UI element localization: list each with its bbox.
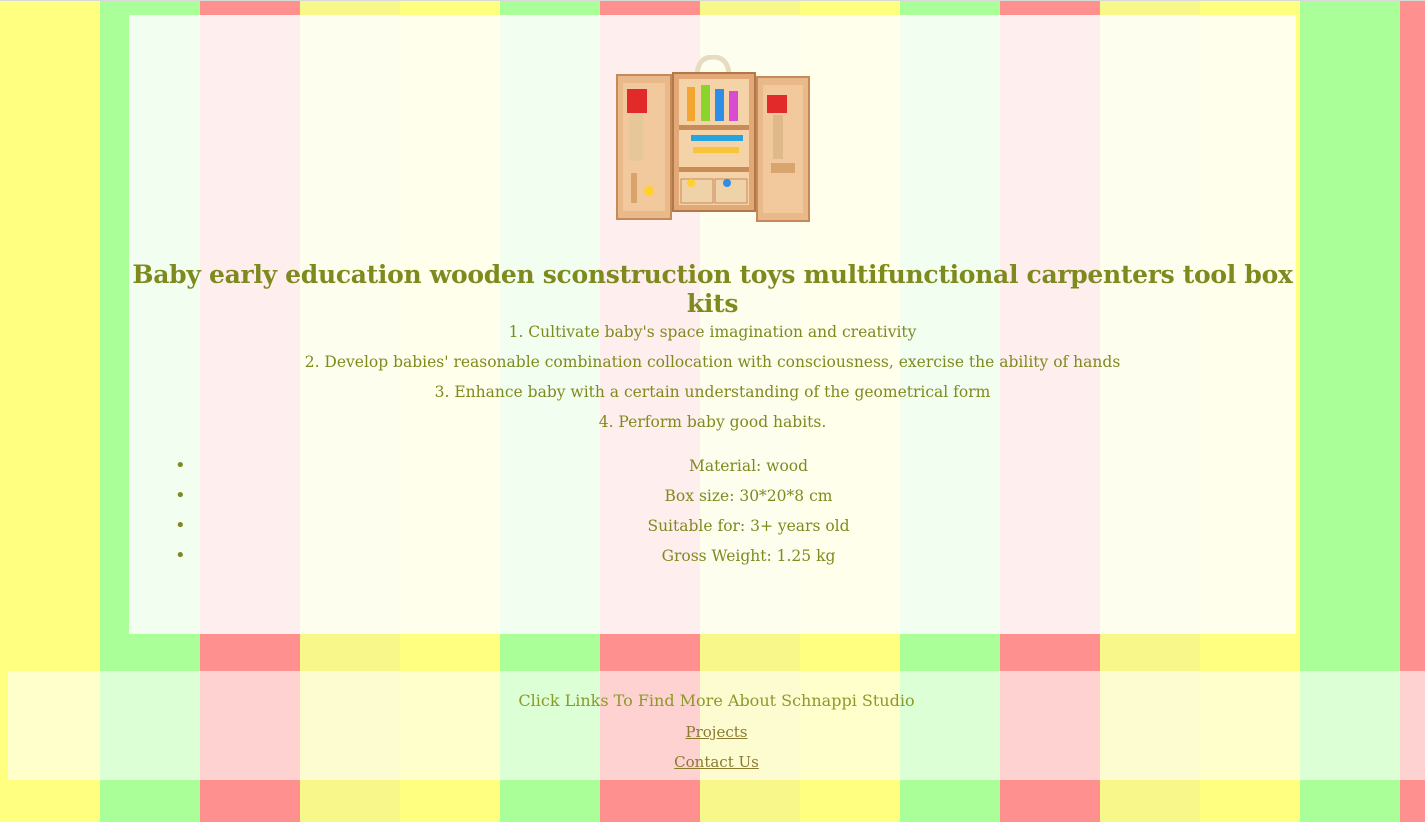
spec-item: • Suitable for: 3+ years old: [175, 511, 1322, 541]
spec-item: • Material: wood: [175, 451, 1322, 481]
footer: Click Links To Find More About Schnappi …: [8, 671, 1425, 780]
bullet-icon: •: [175, 455, 186, 476]
spec-list: • Material: wood • Box size: 30*20*8 cm • S…: [159, 451, 1322, 571]
spec-text: Gross Weight: 1.25 kg: [661, 547, 836, 565]
spec-item: • Gross Weight: 1.25 kg: [175, 541, 1322, 571]
footer-link-contact: Contact Us: [8, 753, 1425, 771]
top-border: [0, 0, 1425, 1]
spec-text: Box size: 30*20*8 cm: [664, 487, 833, 505]
feature-item: 3. Enhance baby with a certain understan…: [434, 383, 991, 401]
spec-text: Material: wood: [688, 457, 809, 475]
bullet-icon: •: [175, 545, 186, 566]
feature-item: 2. Develop babies' reasonable combinatio…: [304, 353, 1121, 371]
footer-text: Click Links To Find More About Schnappi …: [518, 691, 915, 710]
product-image: [616, 55, 810, 222]
spec-item: • Box size: 30*20*8 cm: [175, 481, 1322, 511]
feature-item: 1. Cultivate baby's space imagination an…: [508, 323, 917, 341]
contact-us-link[interactable]: Contact Us: [674, 753, 759, 771]
footer-link-projects: Projects: [8, 723, 1425, 741]
bullet-icon: •: [175, 485, 186, 506]
spec-text: Suitable for: 3+ years old: [647, 517, 850, 535]
projects-link[interactable]: Projects: [686, 723, 748, 741]
bullet-icon: •: [175, 515, 186, 536]
product-title: Baby early education wooden sconstructio…: [132, 260, 1293, 318]
feature-list: 1. Cultivate baby's space imagination an…: [129, 317, 1296, 437]
product-panel: Baby early education wooden sconstructio…: [129, 15, 1296, 634]
feature-item: 4. Perform baby good habits.: [598, 413, 827, 431]
